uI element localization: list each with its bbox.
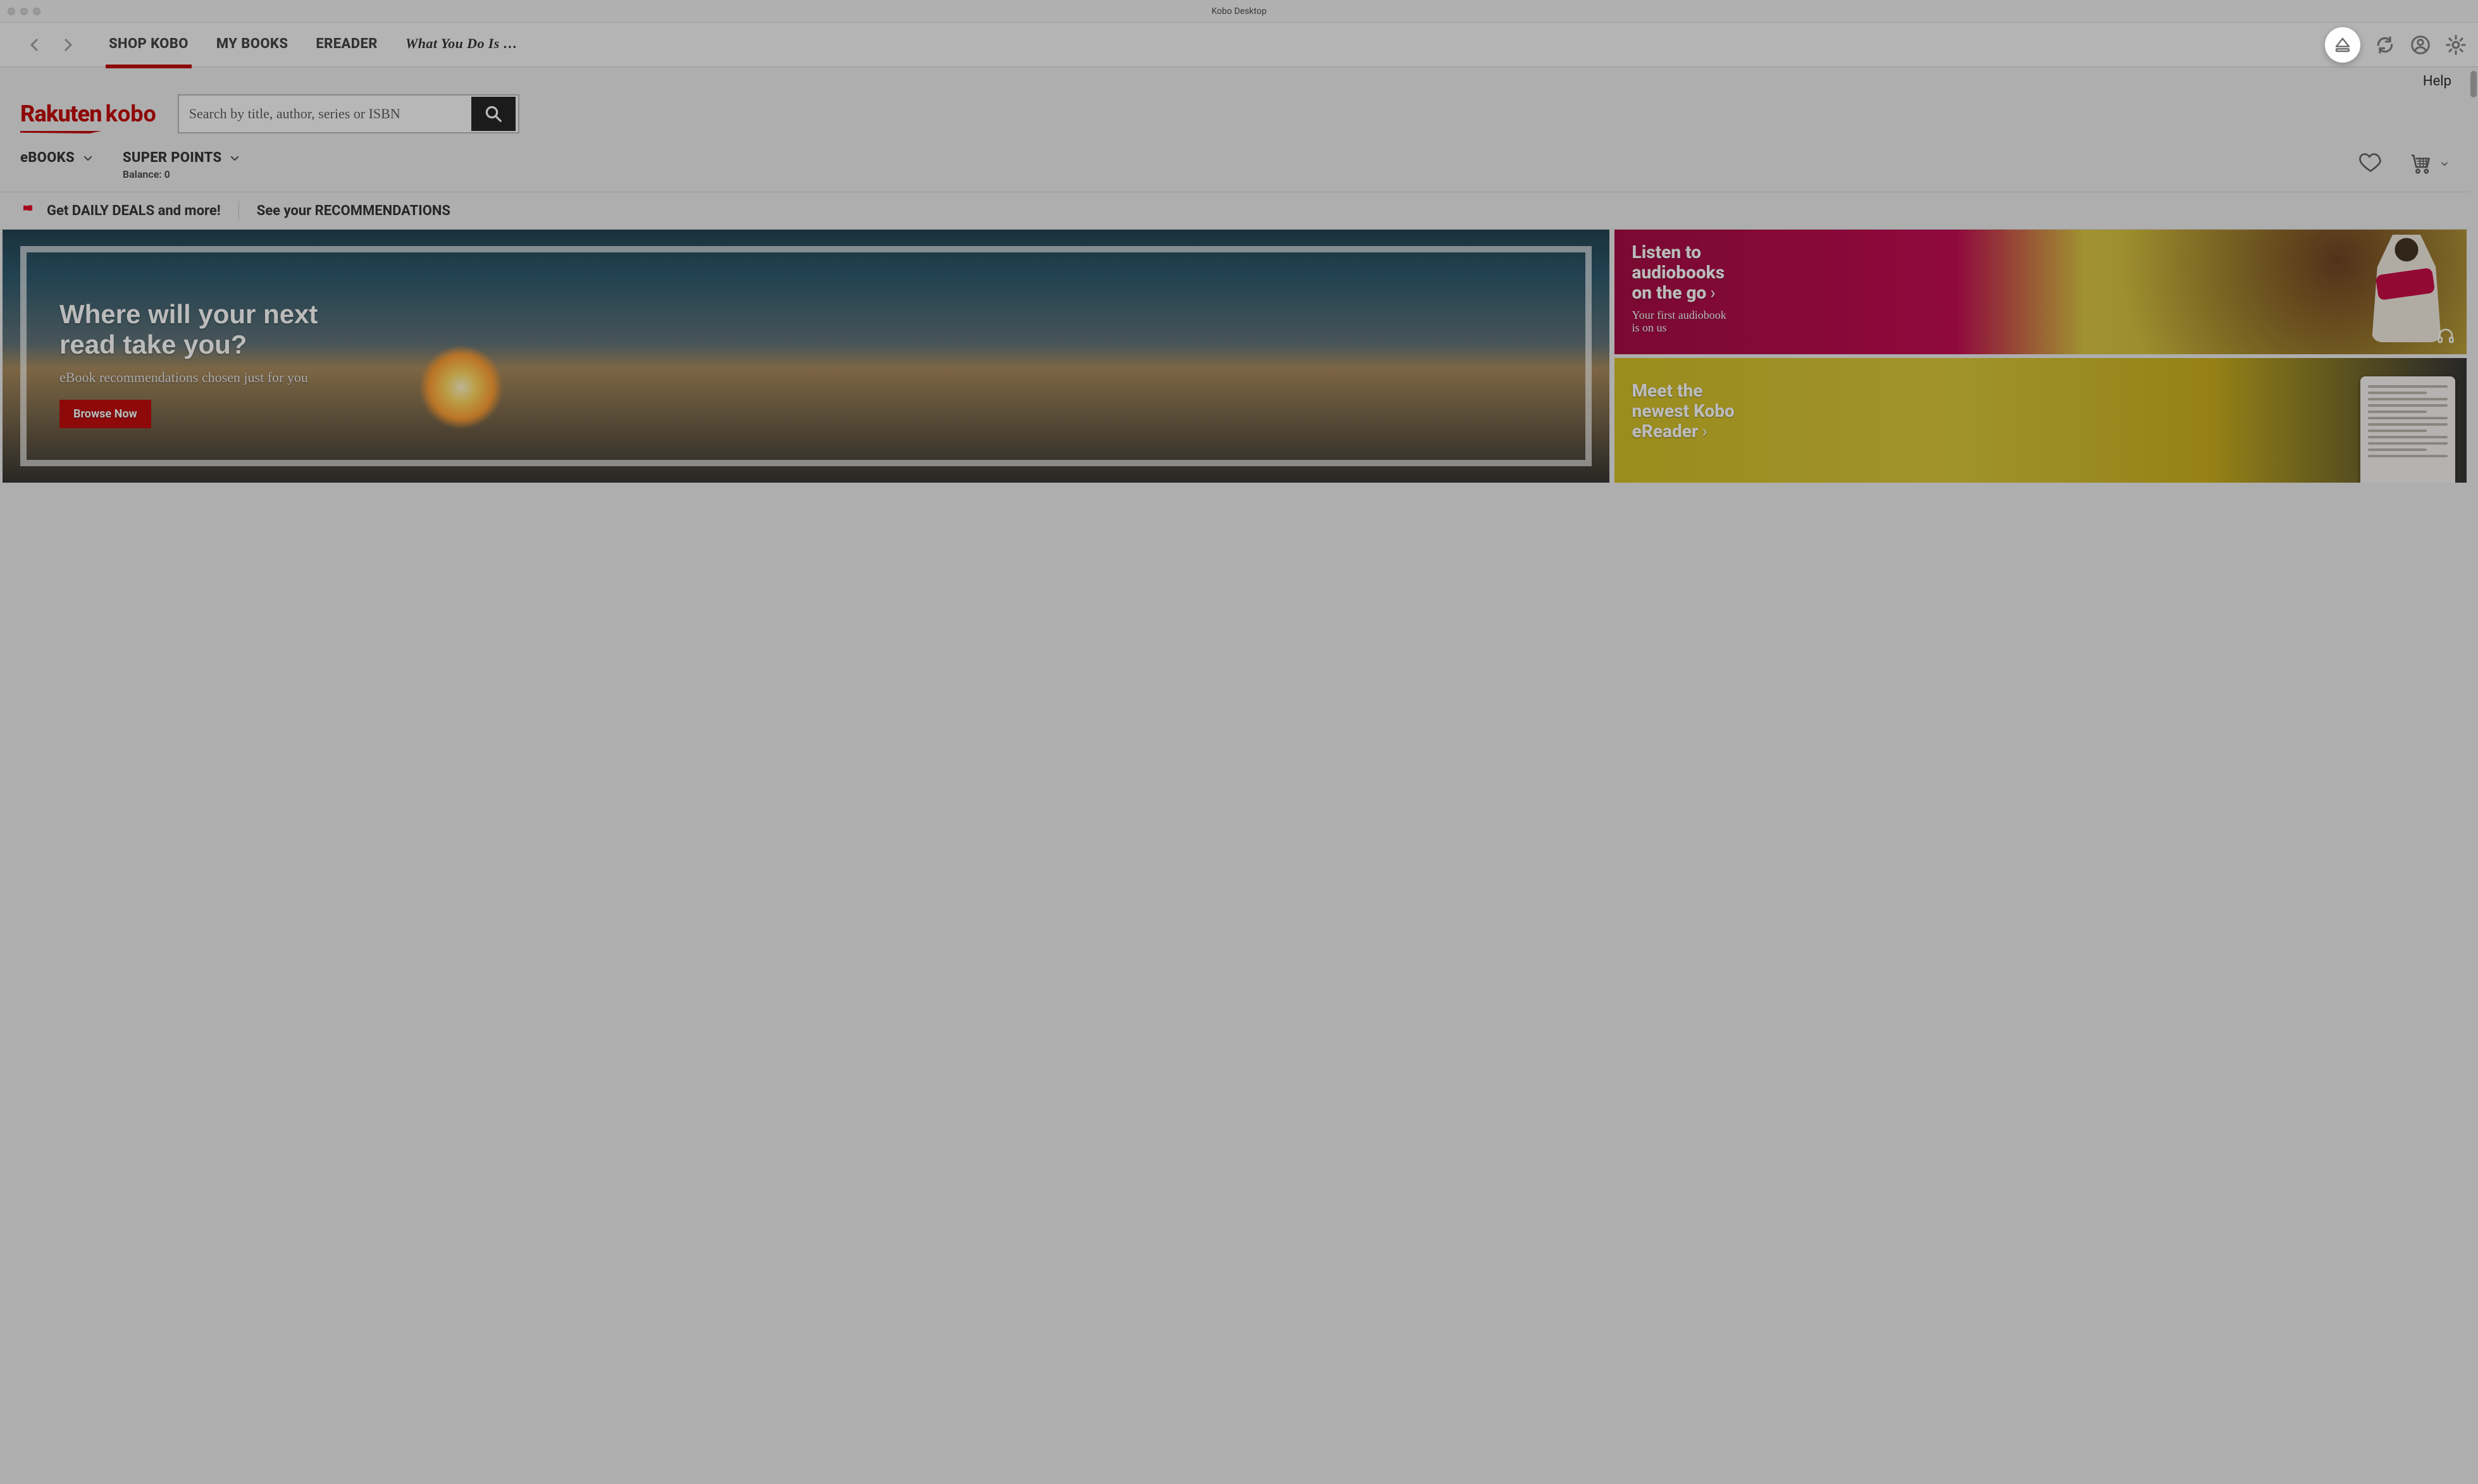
brand-kobo: kobo bbox=[106, 101, 156, 127]
promo-daily-deals[interactable]: Get DAILY DEALS and more! bbox=[47, 203, 221, 219]
window-titlebar: Kobo Desktop bbox=[0, 0, 2478, 23]
hero-title: Where will your next read take you? bbox=[59, 299, 1571, 361]
ereader-tile[interactable]: Meet the newest Kobo eReader› bbox=[1614, 358, 2467, 483]
search-input[interactable] bbox=[179, 106, 471, 122]
tab-current-book[interactable]: What You Do Is … bbox=[406, 35, 517, 54]
search-button[interactable] bbox=[471, 97, 516, 131]
browse-now-button[interactable]: Browse Now bbox=[59, 400, 151, 428]
flag-icon bbox=[20, 203, 35, 218]
cart-button[interactable] bbox=[2408, 151, 2449, 176]
forward-button[interactable] bbox=[57, 34, 78, 56]
window-title: Kobo Desktop bbox=[0, 6, 2478, 16]
eject-icon bbox=[2333, 35, 2352, 54]
scrollbar-thumb[interactable] bbox=[2470, 71, 2477, 97]
main-tabs: SHOP KOBO MY BOOKS EREADER What You Do I… bbox=[109, 35, 517, 54]
wishlist-button[interactable] bbox=[2358, 150, 2383, 178]
tab-my-books[interactable]: MY BOOKS bbox=[216, 36, 288, 54]
tab-ereader[interactable]: EREADER bbox=[316, 36, 377, 54]
sync-button[interactable] bbox=[2374, 34, 2396, 56]
back-button[interactable] bbox=[24, 34, 46, 56]
cart-icon bbox=[2408, 151, 2434, 176]
settings-button[interactable] bbox=[2445, 34, 2467, 56]
heart-icon bbox=[2358, 150, 2383, 175]
help-link[interactable]: Help bbox=[2423, 73, 2451, 89]
nav-ebooks-label: eBOOKS bbox=[20, 150, 75, 166]
ereader-device-graphic bbox=[2360, 376, 2455, 483]
ereader-tile-title: Meet the newest Kobo eReader› bbox=[1632, 381, 1735, 442]
super-points-balance: Balance: 0 bbox=[123, 168, 241, 180]
eject-button[interactable] bbox=[2325, 27, 2360, 63]
hero-banner[interactable]: Where will your next read take you? eBoo… bbox=[3, 230, 1609, 483]
app-toolbar: SHOP KOBO MY BOOKS EREADER What You Do I… bbox=[0, 23, 2478, 67]
chevron-right-icon bbox=[60, 37, 75, 53]
headphones-icon bbox=[2436, 326, 2455, 345]
audiobooks-tile[interactable]: Listen to audiobooks on the go› Your fir… bbox=[1614, 230, 2467, 354]
brand-rakuten: Rakuten bbox=[20, 101, 102, 127]
chevron-down-icon bbox=[2440, 159, 2449, 168]
hero-subtitle: eBook recommendations chosen just for yo… bbox=[59, 369, 1571, 386]
profile-button[interactable] bbox=[2410, 34, 2431, 56]
page-content: Help Rakuten kobo eBOOKS bbox=[0, 67, 2478, 1484]
chevron-down-icon bbox=[229, 152, 240, 164]
promo-recommendations[interactable]: See your RECOMMENDATIONS bbox=[257, 203, 450, 219]
gear-icon bbox=[2445, 34, 2467, 56]
promo-bar: Get DAILY DEALS and more! See your RECOM… bbox=[0, 192, 2469, 230]
brand-logo[interactable]: Rakuten kobo bbox=[20, 101, 156, 127]
sync-icon bbox=[2375, 35, 2395, 55]
nav-super-points[interactable]: SUPER POINTS Balance: 0 bbox=[123, 150, 241, 180]
chevron-left-icon bbox=[27, 37, 42, 53]
search-bar bbox=[178, 94, 519, 133]
profile-icon bbox=[2410, 35, 2431, 55]
scrollbar[interactable] bbox=[2469, 67, 2478, 1484]
tab-shop-kobo[interactable]: SHOP KOBO bbox=[109, 36, 189, 54]
search-icon bbox=[484, 104, 503, 123]
chevron-down-icon bbox=[82, 152, 94, 164]
nav-ebooks[interactable]: eBOOKS bbox=[20, 150, 94, 166]
audiobooks-tile-title: Listen to audiobooks on the go› Your fir… bbox=[1632, 242, 1726, 335]
nav-super-points-label: SUPER POINTS bbox=[123, 150, 222, 166]
